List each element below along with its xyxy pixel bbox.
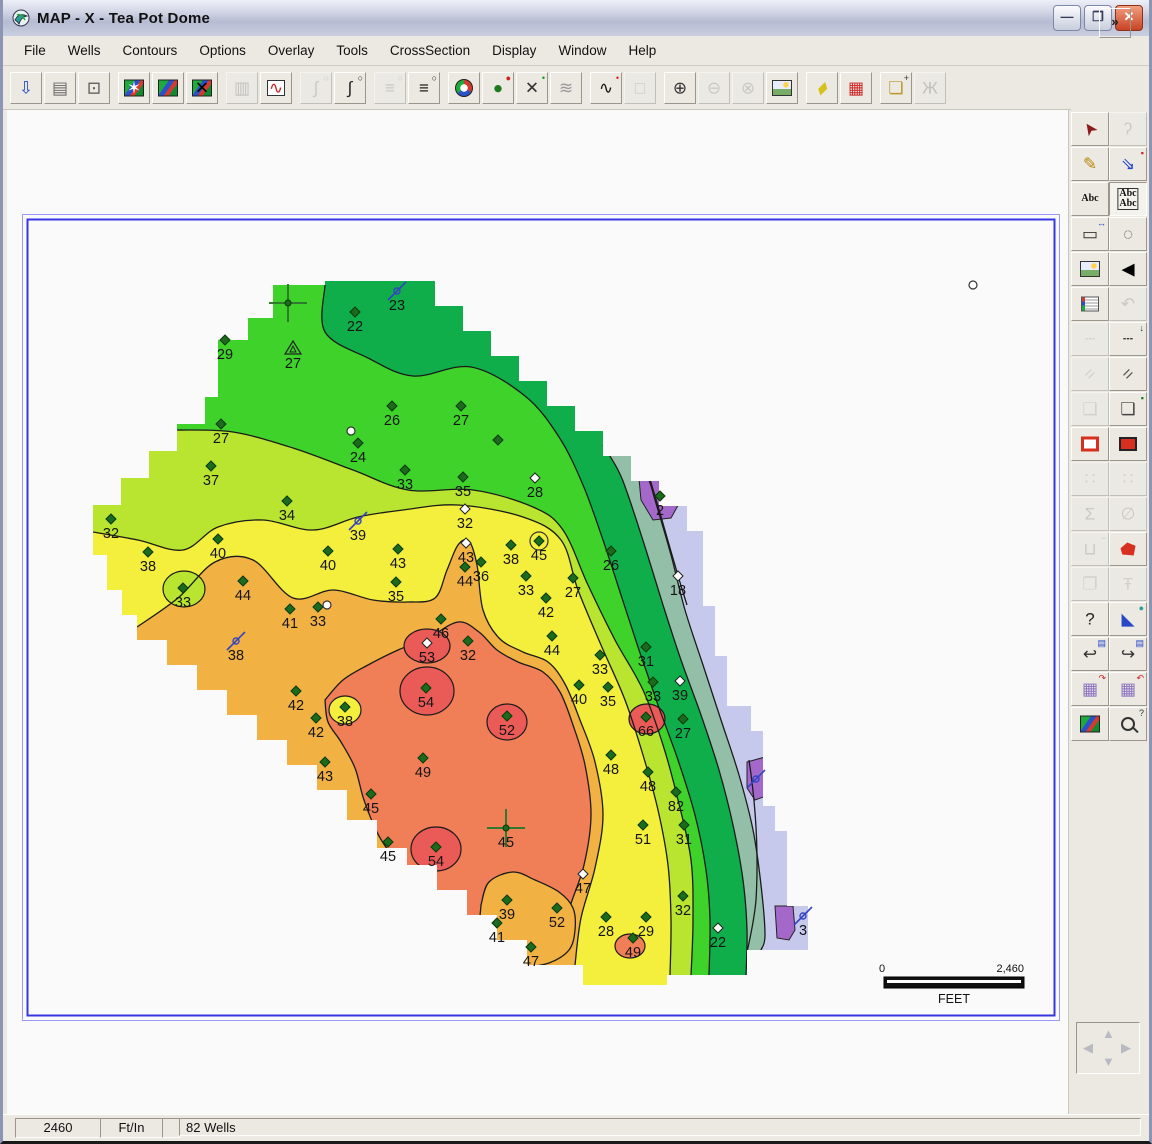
view-image-button[interactable] <box>766 71 798 104</box>
pan-right-button[interactable]: ▶ <box>1121 1041 1131 1054</box>
menu-tools[interactable]: Tools <box>325 39 379 62</box>
info-tool[interactable]: ʔ <box>1109 112 1147 146</box>
pan-up-button[interactable]: ▲ <box>1102 1027 1115 1040</box>
zoom-in-button[interactable]: ⊕ <box>664 71 696 104</box>
segments-tool[interactable]: = <box>1071 357 1109 391</box>
export-file-tool[interactable]: ↪ ▤ <box>1109 637 1147 671</box>
stamp-tool[interactable]: Ŧ <box>1109 567 1147 601</box>
copy-object-tool[interactable]: ❏ <box>1071 392 1109 426</box>
status-units: Ft/In <box>100 1118 163 1138</box>
paste-object-tool[interactable]: ❏ ▪ <box>1109 392 1147 426</box>
status-well-count: 82 Wells <box>179 1118 1141 1136</box>
arrow-tool[interactable]: ◀ <box>1109 252 1147 286</box>
help-tool[interactable]: ? <box>1071 602 1109 636</box>
well-sketch-button[interactable]: ∫ ○ <box>334 71 366 104</box>
delete-map-button[interactable]: ✕ <box>186 71 218 104</box>
zoom-out-button[interactable]: ⊖ <box>698 71 730 104</box>
hatch-map-button[interactable]: ≋ <box>550 71 582 104</box>
menu-window[interactable]: Window <box>547 39 617 62</box>
grid-export-tool[interactable]: ▦ ↶ <box>1109 672 1147 706</box>
ellipse-tool[interactable]: ◌ <box>1109 217 1147 251</box>
pie-map-button[interactable] <box>448 71 480 104</box>
new-map-button[interactable]: ✶ <box>118 71 150 104</box>
cross-section-button[interactable]: ✕ • <box>516 71 548 104</box>
zoom-reset-button[interactable]: ⊗ <box>732 71 764 104</box>
well-report-button[interactable]: ▥ <box>226 71 258 104</box>
shapes-tool[interactable]: ◣ ● <box>1109 602 1147 636</box>
import-file-button[interactable]: ⇩ <box>10 71 42 104</box>
tool-sidebar: ➤ ʔ ✎ ⇘ ▪ Abc Abc Abc ▭ ↔ ◌ ◀ ↶ ┄ ┄ ↓ = = ❏ ❏ ▪ ∷ ∷ Σ ∅ ⊔ − ❐ Ŧ? ◣ ● ↩ ▤… <box>1068 110 1149 1118</box>
dots-tool[interactable]: ┄ <box>1071 322 1109 356</box>
menu-wells[interactable]: Wells <box>57 39 112 62</box>
text-box-tool[interactable]: Abc Abc <box>1109 182 1147 216</box>
app-window: MAP - X - Tea Pot Dome — ❐ ✕ File Wells … <box>0 0 1152 1144</box>
print-button[interactable]: ▤ <box>44 71 76 104</box>
grid-import-tool[interactable]: ▦ ↷ <box>1071 672 1109 706</box>
legend-tool[interactable] <box>1071 287 1109 321</box>
draw-pencil-tool[interactable]: ✎ <box>1071 147 1109 181</box>
image-tool[interactable] <box>1071 252 1109 286</box>
bubble-map-button[interactable]: ● ● <box>482 71 514 104</box>
menu-crosssection[interactable]: CrossSection <box>379 39 481 62</box>
map-canvas[interactable] <box>7 110 1069 1118</box>
select-rect-button[interactable]: □ <box>624 71 656 104</box>
tools-disabled-button[interactable]: Ж <box>914 71 946 104</box>
dots-insert-tool[interactable]: ┄ ↓ <box>1109 322 1147 356</box>
rect-filled-tool[interactable] <box>1109 427 1147 461</box>
delete-object-tool[interactable]: ⊔ − <box>1071 532 1109 566</box>
well-sketch-disabled-button[interactable]: ∫ ○ <box>300 71 332 104</box>
text-tool[interactable]: Abc <box>1071 182 1109 216</box>
status-bar: 2460 Ft/In 82 Wells <box>3 1114 1149 1141</box>
align-grid-tool[interactable]: ∷ <box>1109 462 1147 496</box>
import-file-tool[interactable]: ↩ ▤ <box>1071 637 1109 671</box>
pan-control[interactable]: ▲ ▼ ◀ ▶ <box>1076 1022 1140 1074</box>
layers-button[interactable]: ❏ + <box>880 71 912 104</box>
well-list-disabled-button[interactable]: ≡ ○ <box>374 71 406 104</box>
pan-left-button[interactable]: ◀ <box>1083 1041 1093 1054</box>
rect-outline-tool[interactable] <box>1071 427 1109 461</box>
zoom-query-tool[interactable]: ? <box>1109 707 1147 741</box>
status-scale: 2460 <box>15 1118 101 1138</box>
menu-display[interactable]: Display <box>481 39 547 62</box>
title-bar[interactable]: MAP - X - Tea Pot Dome — ❐ ✕ <box>3 0 1149 37</box>
grid-button[interactable]: ▦ <box>840 71 872 104</box>
polygon-fill-tool[interactable] <box>1109 532 1147 566</box>
menu-overlay[interactable]: Overlay <box>257 39 326 62</box>
menu-bar: File Wells Contours Options Overlay Tool… <box>3 36 1149 66</box>
move-copy-tool[interactable]: ⇘ ▪ <box>1109 147 1147 181</box>
minimize-button[interactable]: — <box>1053 5 1081 31</box>
toolbar: ⇩ ▤ ⊡ ✶ ✕ ▥ ∿ ∫ ○ ∫ ○ ≡ ○ ≡ ○ ● ● ✕ • ≋ ∿ • □ ⊕ ⊖ ⊗ ▰ ▦ ❏ + Ж <box>3 66 1071 110</box>
contour-map-button[interactable] <box>152 71 184 104</box>
menu-contours[interactable]: Contours <box>112 39 189 62</box>
status-spacer <box>162 1118 180 1138</box>
well-list-button[interactable]: ≡ ○ <box>408 71 440 104</box>
menu-file[interactable]: File <box>13 39 57 62</box>
undo-tool[interactable]: ↶ <box>1109 287 1147 321</box>
window-title: MAP - X - Tea Pot Dome <box>37 9 211 27</box>
menu-help[interactable]: Help <box>617 39 667 62</box>
map-view-tool[interactable] <box>1071 707 1109 741</box>
menu-options[interactable]: Options <box>188 39 257 62</box>
sum-tool[interactable]: Σ <box>1071 497 1109 531</box>
toolbar-overflow-button[interactable]: » <box>1099 8 1131 38</box>
pan-down-button[interactable]: ▼ <box>1102 1055 1115 1068</box>
well-log-map-button[interactable]: ∿ <box>260 71 292 104</box>
print-preview-button[interactable]: ⊡ <box>78 71 110 104</box>
select-tool[interactable]: ➤ <box>1071 112 1109 146</box>
dimension-tool[interactable]: ▭ ↔ <box>1071 217 1109 251</box>
app-icon <box>12 9 30 27</box>
segments-edit-tool[interactable]: = <box>1109 357 1147 391</box>
polyline-button[interactable]: ∿ • <box>590 71 622 104</box>
null-tool[interactable]: ∅ <box>1109 497 1147 531</box>
ruler-button[interactable]: ▰ <box>806 71 838 104</box>
align-tool[interactable]: ∷ <box>1071 462 1109 496</box>
clipboard-tool[interactable]: ❐ <box>1071 567 1109 601</box>
